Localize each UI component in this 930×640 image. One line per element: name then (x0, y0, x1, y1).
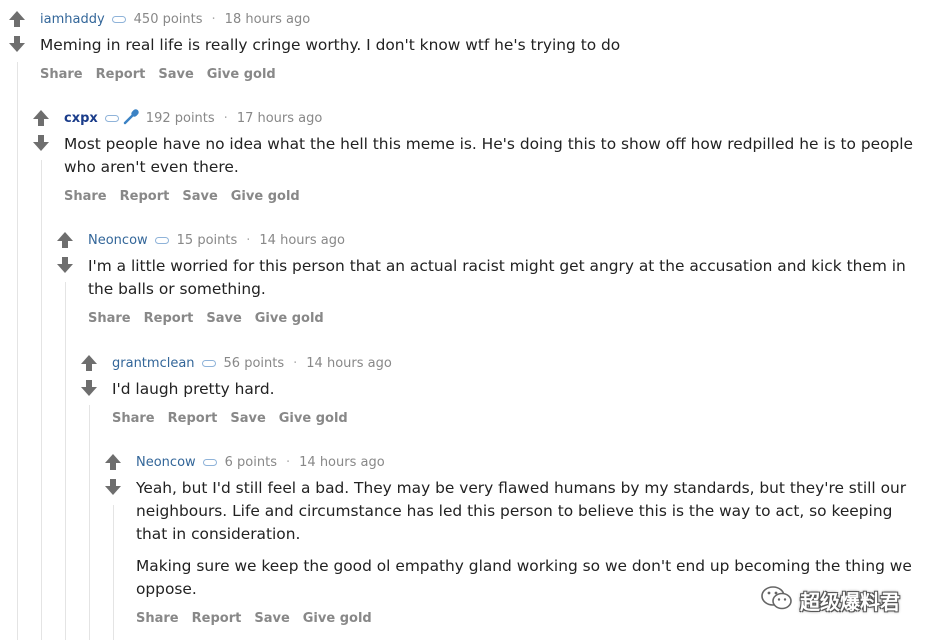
report-button[interactable]: Report (168, 411, 218, 426)
share-button[interactable]: Share (136, 611, 179, 626)
author-link[interactable]: cxpx (64, 111, 98, 126)
give-gold-button[interactable]: Give gold (303, 611, 372, 626)
comment-body: Yeah, but I'd still feel a bad. They may… (136, 477, 916, 601)
points: 15 points (176, 233, 238, 248)
report-button[interactable]: Report (144, 311, 194, 326)
comment-paragraph: I'm a little worried for this person tha… (88, 257, 906, 298)
give-gold-button[interactable]: Give gold (231, 189, 300, 204)
watermark: 超级爆料君 (760, 584, 900, 616)
comment-tagline: grantmclean 56 points · 14 hours ago (112, 354, 916, 373)
flair-icon (104, 115, 119, 122)
upvote-arrow-icon[interactable] (8, 10, 26, 28)
comment-tagline: Neoncow 6 points · 14 hours ago (136, 453, 916, 472)
thread-line (113, 505, 114, 640)
timestamp: 14 hours ago (306, 356, 392, 371)
wechat-icon (760, 584, 794, 616)
timestamp: 14 hours ago (259, 233, 345, 248)
separator: · (293, 356, 298, 371)
separator: · (246, 233, 251, 248)
thread-line (17, 62, 18, 640)
share-button[interactable]: Share (64, 189, 107, 204)
author-link[interactable]: iamhaddy (40, 12, 105, 27)
comment-actions: Share Report Save Give gold (112, 409, 916, 427)
save-button[interactable]: Save (182, 189, 217, 204)
comment-tagline: cxpx 192 points · 17 hours ago (64, 109, 916, 128)
points: 450 points (133, 12, 203, 27)
separator: · (286, 455, 291, 470)
comment-body: Meming in real life is really cringe wor… (40, 34, 916, 57)
comment-actions: Share Report Save Give gold (40, 65, 916, 83)
save-button[interactable]: Save (254, 611, 289, 626)
comment-body: I'm a little worried for this person tha… (88, 255, 916, 301)
flair-icon (154, 237, 169, 244)
save-button[interactable]: Save (230, 411, 265, 426)
comment-paragraph: Meming in real life is really cringe wor… (40, 36, 621, 54)
microphone-icon (123, 108, 140, 129)
author-link[interactable]: Neoncow (136, 455, 196, 470)
give-gold-button[interactable]: Give gold (255, 311, 324, 326)
downvote-arrow-icon[interactable] (104, 478, 122, 496)
timestamp: 18 hours ago (224, 12, 311, 27)
comment-paragraph: Most people have no idea what the hell t… (64, 135, 914, 176)
thread-line (89, 405, 90, 640)
report-button[interactable]: Report (96, 67, 146, 82)
comment-paragraph: Yeah, but I'd still feel a bad. They may… (136, 479, 907, 543)
downvote-arrow-icon[interactable] (8, 35, 26, 53)
give-gold-button[interactable]: Give gold (279, 411, 348, 426)
timestamp: 14 hours ago (299, 455, 385, 470)
report-button[interactable]: Report (192, 611, 242, 626)
flair-icon (201, 360, 216, 367)
downvote-arrow-icon[interactable] (56, 256, 74, 274)
share-button[interactable]: Share (88, 311, 131, 326)
comment-body: I'd laugh pretty hard. (112, 378, 916, 401)
watermark-text: 超级爆料君 (800, 589, 900, 614)
report-button[interactable]: Report (120, 189, 170, 204)
upvote-arrow-icon[interactable] (32, 109, 50, 127)
separator: · (223, 111, 228, 126)
separator: · (211, 12, 216, 27)
share-button[interactable]: Share (40, 67, 83, 82)
save-button[interactable]: Save (158, 67, 193, 82)
thread-line (65, 282, 66, 640)
upvote-arrow-icon[interactable] (56, 231, 74, 249)
comment-body: Most people have no idea what the hell t… (64, 133, 916, 179)
flair-icon (111, 16, 126, 23)
points: 192 points (145, 111, 215, 126)
timestamp: 17 hours ago (236, 111, 323, 126)
give-gold-button[interactable]: Give gold (207, 67, 276, 82)
upvote-arrow-icon[interactable] (104, 453, 122, 471)
author-link[interactable]: grantmclean (112, 356, 195, 371)
points: 6 points (224, 455, 277, 470)
save-button[interactable]: Save (206, 311, 241, 326)
thread-line (41, 160, 42, 640)
downvote-arrow-icon[interactable] (80, 379, 98, 397)
points: 56 points (223, 356, 285, 371)
comment-tagline: Neoncow 15 points · 14 hours ago (88, 231, 916, 250)
flair-icon (202, 459, 217, 466)
author-link[interactable]: Neoncow (88, 233, 148, 248)
comment-actions: Share Report Save Give gold (88, 309, 916, 327)
downvote-arrow-icon[interactable] (32, 134, 50, 152)
comment-paragraph: I'd laugh pretty hard. (112, 380, 275, 398)
comment-actions: Share Report Save Give gold (64, 187, 916, 205)
comment-tagline: iamhaddy 450 points · 18 hours ago (40, 10, 916, 29)
upvote-arrow-icon[interactable] (80, 354, 98, 372)
share-button[interactable]: Share (112, 411, 155, 426)
